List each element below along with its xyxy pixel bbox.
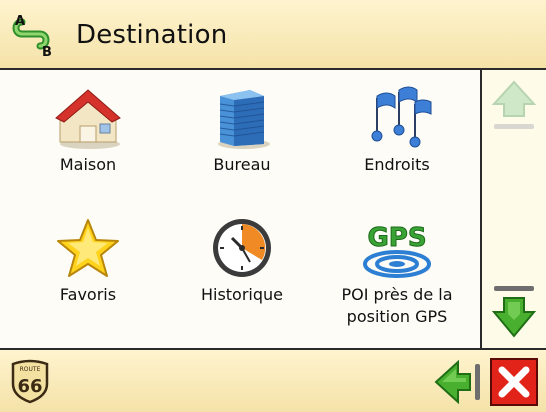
menu-item-label: Endroits (364, 155, 430, 174)
scroll-column (480, 70, 546, 348)
gps-icon: GPS (363, 223, 431, 278)
arrow-up-icon[interactable] (490, 78, 538, 134)
header-bar: A B Destination (0, 0, 546, 70)
menu-grid: Maison Bureau Endroits Favoris Historiqu… (0, 70, 480, 348)
clock-icon (213, 219, 271, 277)
star-icon (57, 219, 119, 277)
menu-item-bureau[interactable]: Bureau (167, 86, 317, 216)
menu-item-label: POI près de la position GPS (322, 284, 472, 328)
menu-item-label: Maison (59, 155, 117, 174)
menu-item-favoris[interactable]: Favoris (13, 216, 163, 346)
menu-item-label: Favoris (59, 285, 117, 304)
menu-item-historique[interactable]: Historique (167, 216, 317, 346)
close-icon[interactable] (490, 358, 538, 406)
route-ab-icon: A B (12, 14, 52, 58)
back-arrow-icon[interactable] (432, 358, 484, 406)
svg-text:B: B (42, 45, 52, 58)
flags-icon (371, 86, 432, 148)
route66-logo-top: ROUTE (20, 366, 41, 373)
route66-logo-number: 66 (17, 376, 42, 397)
office-building-icon (218, 90, 270, 149)
menu-item-endroits[interactable]: Endroits (322, 86, 472, 216)
menu-item-label-line1: POI près de la (341, 285, 453, 304)
house-icon (55, 89, 121, 149)
svg-text:GPS: GPS (367, 223, 426, 253)
menu-item-label-line2: position GPS (346, 307, 448, 326)
footer-bar: ROUTE 66 (0, 348, 546, 412)
menu-item-label: Bureau (213, 155, 271, 174)
svg-text:A: A (15, 14, 25, 29)
arrow-down-icon[interactable] (490, 284, 538, 340)
menu-item-label: Historique (200, 285, 284, 304)
menu-item-poi-gps[interactable]: GPS POI près de la position GPS (322, 216, 472, 346)
route66-logo: ROUTE 66 (11, 359, 49, 404)
menu-item-maison[interactable]: Maison (13, 86, 163, 216)
destination-screen: A B Destination Maison Bureau Endroits F… (0, 0, 546, 412)
page-title: Destination (76, 20, 228, 50)
